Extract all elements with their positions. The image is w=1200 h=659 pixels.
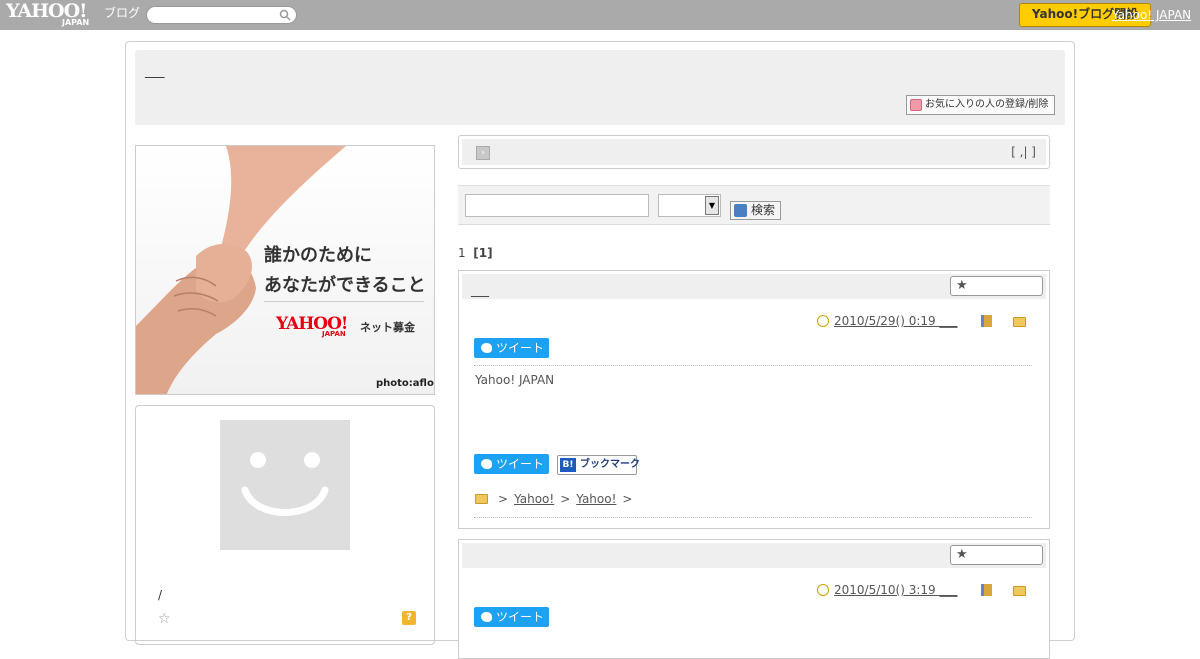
crumb-sep: > — [622, 492, 633, 506]
tweet-button[interactable]: ツイート — [474, 454, 549, 474]
entry-date: 2010/5/29() 0:19 ___ — [817, 314, 957, 328]
favorite-register-label: お気に入りの人の登録/削除 — [925, 99, 1049, 110]
blog-entry: ___ ★ 2010/5/29() 0:19 ___ ツイート Yahoo! J… — [458, 270, 1050, 529]
entry-header: ___ ★ — [462, 274, 1046, 299]
yahoo-blog-logo[interactable]: YAHOO! JAPAN ブログ — [6, 2, 140, 28]
entry-category-breadcrumb: > Yahoo! > Yahoo! > — [475, 492, 632, 506]
tweet-button[interactable]: ツイート — [474, 607, 549, 627]
folder-icon — [475, 494, 488, 504]
entry-body: Yahoo! JAPAN — [475, 373, 555, 387]
chevron-down-icon[interactable]: ▼ — [705, 196, 719, 215]
star-button[interactable]: ★ — [950, 276, 1043, 296]
pager-brackets: [ ,| ] — [1011, 145, 1036, 159]
search-button[interactable]: 検索 — [730, 201, 781, 220]
banner-credit: photo:aflo — [376, 378, 434, 389]
banner-brand-sub: JAPAN — [322, 330, 346, 338]
profile-name[interactable]: / — [158, 588, 162, 602]
entry-header: ★ — [462, 543, 1046, 568]
banner-line-2: あなたができること — [264, 275, 426, 296]
hatena-bookmark-button[interactable]: B! ブックマーク — [557, 455, 640, 475]
crumb-sep: > — [560, 492, 571, 506]
blog-label: ブログ — [104, 6, 141, 20]
crumb-link-2[interactable]: Yahoo! — [576, 492, 616, 506]
top-search-box — [146, 6, 297, 24]
profile-box: / ☆ ? — [135, 405, 435, 645]
blog-search-input[interactable] — [465, 194, 649, 217]
tweet-label: ツイート — [496, 610, 545, 624]
twitter-icon — [481, 612, 492, 622]
hatena-label: ブックマーク — [580, 459, 640, 470]
blog-search-area: ▼ 検索 — [458, 185, 1050, 225]
blog-title[interactable]: ___ — [145, 64, 165, 79]
heart-icon — [910, 99, 922, 111]
star-outline-icon[interactable]: ☆ — [158, 611, 171, 627]
pager-box: › [ ,| ] — [458, 135, 1050, 169]
banner-divider — [264, 301, 424, 302]
pager-inner: › [ ,| ] — [462, 139, 1046, 165]
top-search-input[interactable] — [155, 8, 275, 22]
blog-entry: ★ 2010/5/10() 3:19 ___ ツイート — [458, 539, 1050, 659]
tweet-button[interactable]: ツイート — [474, 338, 549, 358]
book-icon[interactable] — [981, 584, 992, 596]
donation-banner[interactable]: 誰かのために あなたができること YAHOO! JAPAN ネット募金 phot… — [135, 145, 435, 395]
clock-icon — [817, 584, 829, 596]
folder-icon[interactable] — [1013, 317, 1026, 327]
help-icon[interactable]: ? — [402, 611, 416, 625]
page-total: 1 — [458, 246, 466, 260]
divider — [474, 517, 1032, 518]
twitter-icon — [481, 343, 492, 353]
divider — [474, 365, 1032, 366]
next-arrow-icon[interactable]: › — [476, 146, 490, 160]
search-button-label: 検索 — [751, 203, 776, 217]
favorite-register-button[interactable]: お気に入りの人の登録/削除 — [906, 95, 1055, 115]
star-icon: ★ — [956, 547, 968, 562]
avatar[interactable] — [220, 420, 350, 550]
blog-header: ___ お気に入りの人の登録/削除 — [135, 50, 1065, 125]
entry-date-link[interactable]: 2010/5/10() 3:19 ___ — [834, 583, 957, 597]
book-icon[interactable] — [981, 315, 992, 327]
entry-date-link[interactable]: 2010/5/29() 0:19 ___ — [834, 314, 957, 328]
logo-sub: JAPAN — [62, 18, 90, 27]
search-scope-select[interactable]: ▼ — [658, 194, 721, 217]
star-icon: ★ — [956, 278, 968, 293]
page-count: 1 [1] — [458, 246, 493, 260]
folder-icon[interactable] — [1013, 586, 1026, 596]
tweet-label: ツイート — [496, 457, 545, 471]
clock-icon — [817, 315, 829, 327]
yahoo-japan-link[interactable]: Yahoo! JAPAN — [1112, 8, 1191, 22]
entry-title[interactable]: ___ — [471, 283, 489, 297]
crumb-link-1[interactable]: Yahoo! — [514, 492, 554, 506]
twitter-icon — [481, 459, 492, 469]
smiley-icon — [241, 452, 329, 516]
star-button[interactable]: ★ — [950, 545, 1043, 565]
magnifier-icon — [734, 204, 747, 217]
page-current[interactable]: [1] — [473, 246, 492, 260]
search-icon[interactable] — [279, 9, 291, 21]
tweet-label: ツイート — [496, 341, 545, 355]
hatena-icon: B! — [560, 458, 576, 472]
banner-line-1: 誰かのために — [264, 245, 372, 266]
entry-date: 2010/5/10() 3:19 ___ — [817, 583, 957, 597]
crumb-sep: > — [498, 492, 509, 506]
top-bar: YAHOO! JAPAN ブログ Yahoo!ブログ開設 Yahoo! JAPA… — [0, 0, 1200, 30]
banner-service: ネット募金 — [360, 321, 415, 334]
